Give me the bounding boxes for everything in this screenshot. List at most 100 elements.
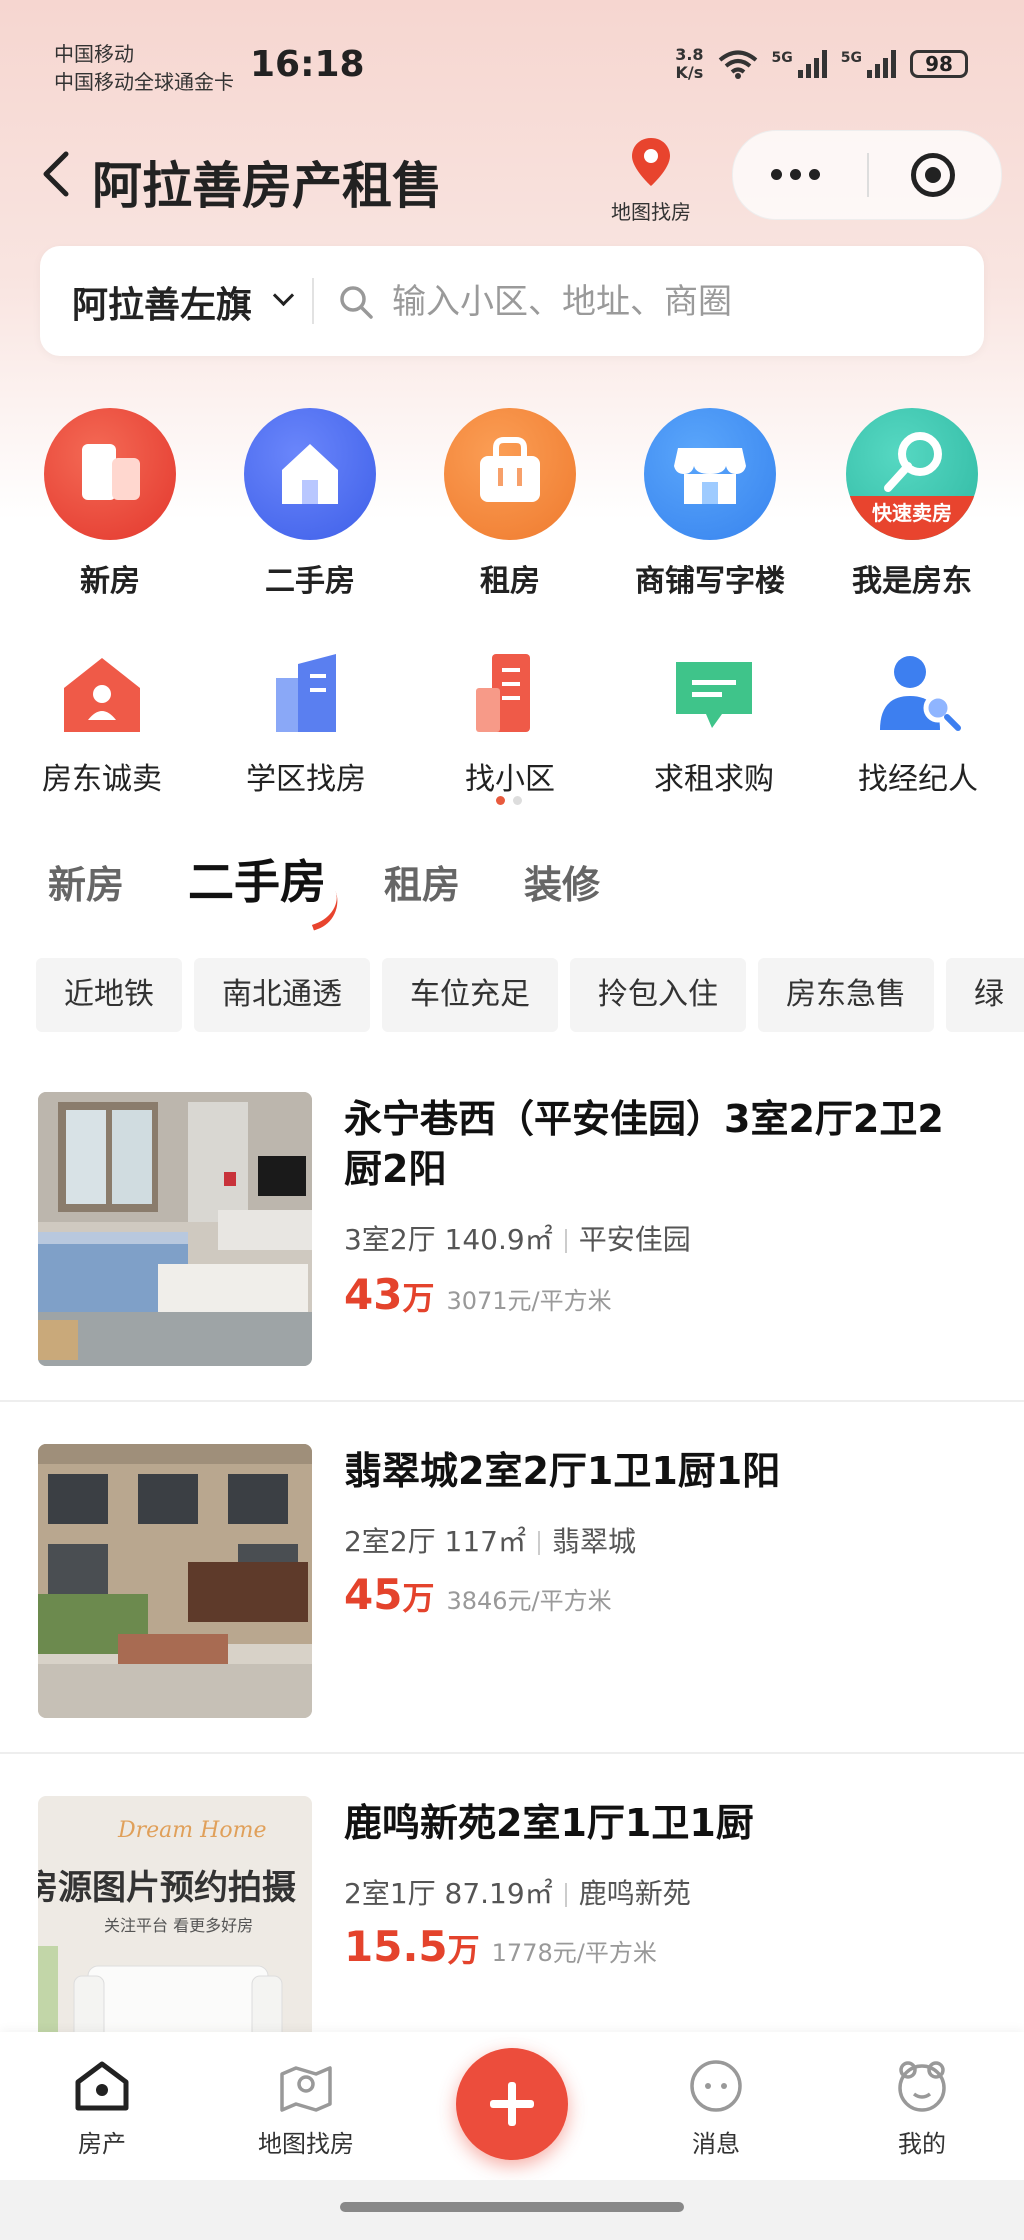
net-speed: 3.8 K/s xyxy=(675,46,703,82)
listing-meta: 3室2厅 140.9㎡ 平安佳园 xyxy=(344,1218,691,1258)
close-target-icon[interactable] xyxy=(911,153,955,197)
nav-property[interactable]: 房产 xyxy=(22,2058,182,2159)
capsule-divider xyxy=(867,153,869,197)
signal-label-2: 5G xyxy=(840,50,862,66)
signal-icon-2: 5G xyxy=(841,50,896,78)
shop-shape xyxy=(674,448,746,504)
search-input[interactable] xyxy=(390,276,954,328)
price-unit: 万 xyxy=(402,1279,435,1317)
school-shape xyxy=(276,654,336,732)
category-label: 二手房 xyxy=(265,564,355,599)
sofa-illustration xyxy=(38,1946,283,2070)
city-selector[interactable]: 阿拉善左旗 xyxy=(72,276,252,328)
chevron-down-icon[interactable] xyxy=(272,284,295,307)
filter-chip[interactable]: 南北通透 xyxy=(194,958,370,1032)
page-dot-active xyxy=(496,796,505,805)
carrier-1: 中国移动 xyxy=(54,42,134,66)
tab-new-house[interactable]: 新房 xyxy=(48,854,124,909)
category-agent[interactable]: 找经纪人 xyxy=(818,648,1018,798)
add-button[interactable] xyxy=(456,2048,568,2160)
filter-chip[interactable]: 房东急售 xyxy=(758,958,934,1032)
wifi-icon xyxy=(718,50,757,79)
back-arrow-icon[interactable] xyxy=(38,150,72,198)
category-label: 商铺写字楼 xyxy=(635,564,785,599)
category-label: 房东诚卖 xyxy=(42,762,162,797)
listing-photo xyxy=(38,1092,312,1366)
school-district-icon xyxy=(258,648,354,738)
chat-shape xyxy=(676,662,752,728)
meta-separator xyxy=(537,1531,540,1555)
listing-meta: 2室1厅 87.19㎡ 鹿鸣新苑 xyxy=(344,1872,691,1912)
bag-shape xyxy=(480,437,540,502)
category-landlord[interactable]: 快速卖房 我是房东 xyxy=(812,408,1012,600)
tab-decoration[interactable]: 装修 xyxy=(524,854,600,909)
category-community[interactable]: 找小区 xyxy=(410,648,610,798)
nav-map[interactable]: 地图找房 xyxy=(226,2058,386,2159)
tab-rent[interactable]: 租房 xyxy=(384,854,460,909)
category-label: 学区找房 xyxy=(246,762,366,797)
clock: 16:18 xyxy=(250,44,365,85)
category-label: 找经纪人 xyxy=(858,762,978,797)
category-label: 我是房东 xyxy=(852,564,972,599)
category-rent[interactable]: 租房 xyxy=(410,408,610,600)
room-photo xyxy=(38,1092,312,1366)
price-unit: 万 xyxy=(402,1579,435,1617)
battery-indicator: 98 xyxy=(910,50,968,78)
nav-label: 消息 xyxy=(692,2130,740,2158)
category-label: 租房 xyxy=(480,564,540,599)
nav-profile[interactable]: 我的 xyxy=(842,2058,1002,2159)
home-indicator[interactable] xyxy=(340,2202,684,2212)
landlord-key-icon: 快速卖房 xyxy=(846,408,978,540)
listing-title: 翡翠城2室2厅1卫1厨1阳 xyxy=(344,1449,781,1493)
status-icons: 3.8 K/s 5G 5G 98 xyxy=(675,46,968,82)
filter-chip[interactable]: 拎包入住 xyxy=(570,958,746,1032)
page-indicator xyxy=(496,796,522,805)
category-school-district[interactable]: 学区找房 xyxy=(206,648,406,798)
building-photo xyxy=(38,1444,312,1718)
more-options-icon[interactable] xyxy=(771,169,820,180)
listing-layout: 3室2厅 140.9㎡ xyxy=(344,1223,553,1256)
listing-price: 45万 3846元/平方米 xyxy=(344,1570,612,1619)
page-title: 阿拉善房产租售 xyxy=(92,157,442,215)
unit-price: 3071元/平方米 xyxy=(446,1287,612,1315)
map-search-button[interactable]: 地图找房 xyxy=(596,136,706,225)
category-label: 求租求购 xyxy=(654,762,774,797)
filter-chip[interactable]: 绿 xyxy=(946,958,1024,1032)
filter-chips: 近地铁 南北通透 车位充足 拎包入住 房东急售绿 xyxy=(36,958,1024,1032)
nav-messages[interactable]: 消息 xyxy=(636,2058,796,2159)
new-house-icon xyxy=(44,408,176,540)
unit-price: 3846元/平方米 xyxy=(446,1587,612,1615)
rent-bag-icon xyxy=(444,408,576,540)
search-divider xyxy=(312,278,314,324)
filter-chip[interactable]: 近地铁 xyxy=(36,958,182,1032)
map-icon xyxy=(280,2066,332,2112)
category-new-house[interactable]: 新房 xyxy=(10,408,210,600)
map-search-label: 地图找房 xyxy=(611,200,691,224)
category-second-hand[interactable]: 二手房 xyxy=(210,408,410,600)
secondary-category-grid: 房东诚卖 学区找房 找小区 求租求购 找经纪人 xyxy=(0,648,1024,798)
listing-layout: 2室1厅 87.19㎡ xyxy=(344,1877,553,1910)
landlord-sell-shape xyxy=(64,658,140,732)
category-shop-office[interactable]: 商铺写字楼 xyxy=(610,408,810,600)
price-unit: 万 xyxy=(447,1931,480,1969)
listing-item[interactable]: 翡翠城2室2厅1卫1厨1阳 2室2厅 117㎡ 翡翠城 45万 3846元/平方米 xyxy=(0,1400,1024,1754)
listing-community: 平安佳园 xyxy=(578,1223,691,1256)
community-icon xyxy=(462,648,558,738)
map-pin-icon xyxy=(632,138,670,186)
net-speed-unit: K/s xyxy=(675,63,704,82)
nav-label: 地图找房 xyxy=(258,2130,354,2158)
landlord-sell-icon xyxy=(54,648,150,738)
category-landlord-sell[interactable]: 房东诚卖 xyxy=(2,648,202,798)
miniprogram-capsule xyxy=(732,130,1002,220)
filter-chip[interactable]: 车位充足 xyxy=(382,958,558,1032)
listing-meta: 2室2厅 117㎡ 翡翠城 xyxy=(344,1520,636,1560)
second-hand-house-icon xyxy=(244,408,376,540)
listing-item[interactable]: 永宁巷西（平安佳园）3室2厅2卫2厨2阳 3室2厅 140.9㎡ 平安佳园 43万… xyxy=(0,1048,1024,1402)
primary-category-grid: 新房 二手房 租房 商铺写字楼 快速卖房 我是房东 xyxy=(0,408,1024,608)
signal-label-1: 5G xyxy=(771,50,793,66)
carrier-info: 中国移动 中国移动全球通金卡 xyxy=(54,40,234,96)
agent-shape xyxy=(880,656,961,731)
listing-layout: 2室2厅 117㎡ xyxy=(344,1525,526,1558)
category-request[interactable]: 求租求购 xyxy=(614,648,814,798)
carrier-2: 中国移动全球通金卡 xyxy=(54,70,234,94)
